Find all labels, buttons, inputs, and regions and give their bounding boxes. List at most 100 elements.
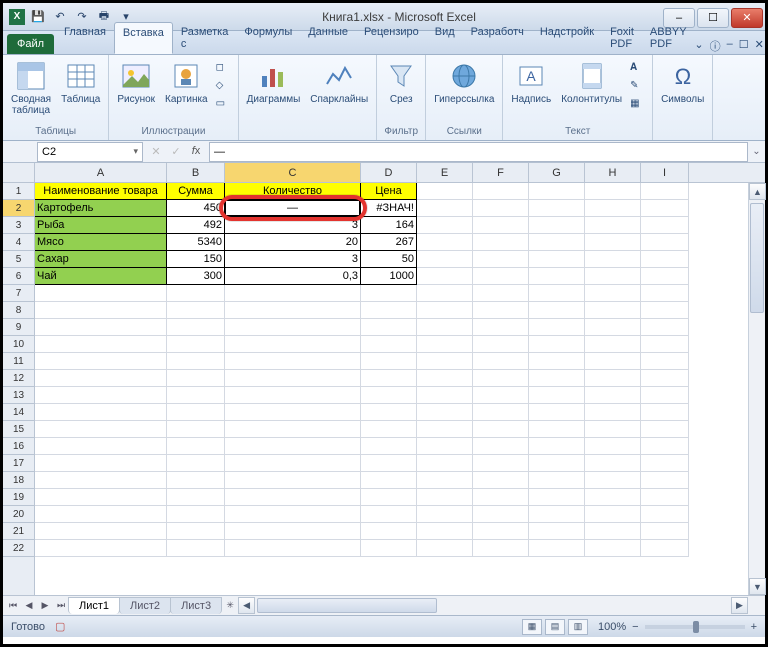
row-header-12[interactable]: 12 xyxy=(3,370,34,387)
cell-C16[interactable] xyxy=(225,438,361,455)
cell-D4[interactable]: 267 xyxy=(361,234,417,251)
clipart-button[interactable]: Картинка xyxy=(163,58,210,107)
close-button[interactable]: ✕ xyxy=(731,8,763,28)
cell-H5[interactable] xyxy=(585,251,641,268)
cell-G11[interactable] xyxy=(529,353,585,370)
cell-D22[interactable] xyxy=(361,540,417,557)
cell-D11[interactable] xyxy=(361,353,417,370)
cell-G1[interactable] xyxy=(529,183,585,200)
cell-I10[interactable] xyxy=(641,336,689,353)
textbox-button[interactable]: A Надпись xyxy=(509,58,553,107)
cell-A7[interactable] xyxy=(35,285,167,302)
cell-I21[interactable] xyxy=(641,523,689,540)
cell-H1[interactable] xyxy=(585,183,641,200)
cell-C2[interactable]: — xyxy=(225,200,361,217)
row-header-1[interactable]: 1 xyxy=(3,183,34,200)
cell-A22[interactable] xyxy=(35,540,167,557)
cell-B8[interactable] xyxy=(167,302,225,319)
doc-restore-button[interactable]: ☐ xyxy=(739,38,749,54)
cell-E10[interactable] xyxy=(417,336,473,353)
cell-C8[interactable] xyxy=(225,302,361,319)
ribbon-tab-1[interactable]: Вставка xyxy=(114,22,173,54)
cell-D2[interactable]: #ЗНАЧ! xyxy=(361,200,417,217)
macro-record-icon[interactable]: ▢ xyxy=(55,620,65,633)
row-header-6[interactable]: 6 xyxy=(3,268,34,285)
cell-A14[interactable] xyxy=(35,404,167,421)
row-header-2[interactable]: 2 xyxy=(3,200,34,217)
cell-F3[interactable] xyxy=(473,217,529,234)
cell-G9[interactable] xyxy=(529,319,585,336)
row-header-7[interactable]: 7 xyxy=(3,285,34,302)
cell-H9[interactable] xyxy=(585,319,641,336)
cell-D7[interactable] xyxy=(361,285,417,302)
cell-A8[interactable] xyxy=(35,302,167,319)
cell-B19[interactable] xyxy=(167,489,225,506)
cell-D6[interactable]: 1000 xyxy=(361,268,417,285)
cell-I13[interactable] xyxy=(641,387,689,404)
cell-G3[interactable] xyxy=(529,217,585,234)
cell-A12[interactable] xyxy=(35,370,167,387)
cell-I9[interactable] xyxy=(641,319,689,336)
cell-G7[interactable] xyxy=(529,285,585,302)
cell-H13[interactable] xyxy=(585,387,641,404)
cell-I7[interactable] xyxy=(641,285,689,302)
cell-I14[interactable] xyxy=(641,404,689,421)
cell-G17[interactable] xyxy=(529,455,585,472)
row-header-3[interactable]: 3 xyxy=(3,217,34,234)
cell-A16[interactable] xyxy=(35,438,167,455)
cell-H4[interactable] xyxy=(585,234,641,251)
cell-H16[interactable] xyxy=(585,438,641,455)
cell-G5[interactable] xyxy=(529,251,585,268)
view-normal-button[interactable]: ▦ xyxy=(522,619,542,635)
cell-H11[interactable] xyxy=(585,353,641,370)
cell-B15[interactable] xyxy=(167,421,225,438)
cell-H8[interactable] xyxy=(585,302,641,319)
cell-H20[interactable] xyxy=(585,506,641,523)
cell-I8[interactable] xyxy=(641,302,689,319)
row-header-20[interactable]: 20 xyxy=(3,506,34,523)
cell-B14[interactable] xyxy=(167,404,225,421)
cell-G12[interactable] xyxy=(529,370,585,387)
signature-button[interactable]: ✎ xyxy=(630,80,646,96)
help-icon[interactable]: ⓘ xyxy=(710,38,721,54)
cell-I4[interactable] xyxy=(641,234,689,251)
scroll-down-button[interactable]: ▼ xyxy=(749,578,766,595)
cell-I3[interactable] xyxy=(641,217,689,234)
cell-G2[interactable] xyxy=(529,200,585,217)
cell-B5[interactable]: 150 xyxy=(167,251,225,268)
col-header-G[interactable]: G xyxy=(529,163,585,182)
cell-D14[interactable] xyxy=(361,404,417,421)
row-header-17[interactable]: 17 xyxy=(3,455,34,472)
ribbon-tab-5[interactable]: Рецензиро xyxy=(356,22,427,54)
ribbon-minimize-icon[interactable]: ⌄ xyxy=(694,38,703,54)
cell-H6[interactable] xyxy=(585,268,641,285)
cell-F19[interactable] xyxy=(473,489,529,506)
vertical-scrollbar[interactable]: ▲ ▼ xyxy=(748,183,765,595)
cell-C13[interactable] xyxy=(225,387,361,404)
cell-C9[interactable] xyxy=(225,319,361,336)
cell-D20[interactable] xyxy=(361,506,417,523)
ribbon-tab-3[interactable]: Формулы xyxy=(236,22,300,54)
cell-F20[interactable] xyxy=(473,506,529,523)
cell-F15[interactable] xyxy=(473,421,529,438)
cell-B11[interactable] xyxy=(167,353,225,370)
cell-I1[interactable] xyxy=(641,183,689,200)
cell-G21[interactable] xyxy=(529,523,585,540)
cell-I17[interactable] xyxy=(641,455,689,472)
cell-I12[interactable] xyxy=(641,370,689,387)
hscroll-thumb[interactable] xyxy=(257,598,437,613)
cell-A10[interactable] xyxy=(35,336,167,353)
cell-E14[interactable] xyxy=(417,404,473,421)
cell-F4[interactable] xyxy=(473,234,529,251)
cell-A18[interactable] xyxy=(35,472,167,489)
charts-button[interactable]: Диаграммы xyxy=(245,58,303,107)
cell-A6[interactable]: Чай xyxy=(35,268,167,285)
cell-B16[interactable] xyxy=(167,438,225,455)
row-header-8[interactable]: 8 xyxy=(3,302,34,319)
cell-B12[interactable] xyxy=(167,370,225,387)
row-header-9[interactable]: 9 xyxy=(3,319,34,336)
cell-F21[interactable] xyxy=(473,523,529,540)
cell-G10[interactable] xyxy=(529,336,585,353)
cell-D3[interactable]: 164 xyxy=(361,217,417,234)
cell-E1[interactable] xyxy=(417,183,473,200)
